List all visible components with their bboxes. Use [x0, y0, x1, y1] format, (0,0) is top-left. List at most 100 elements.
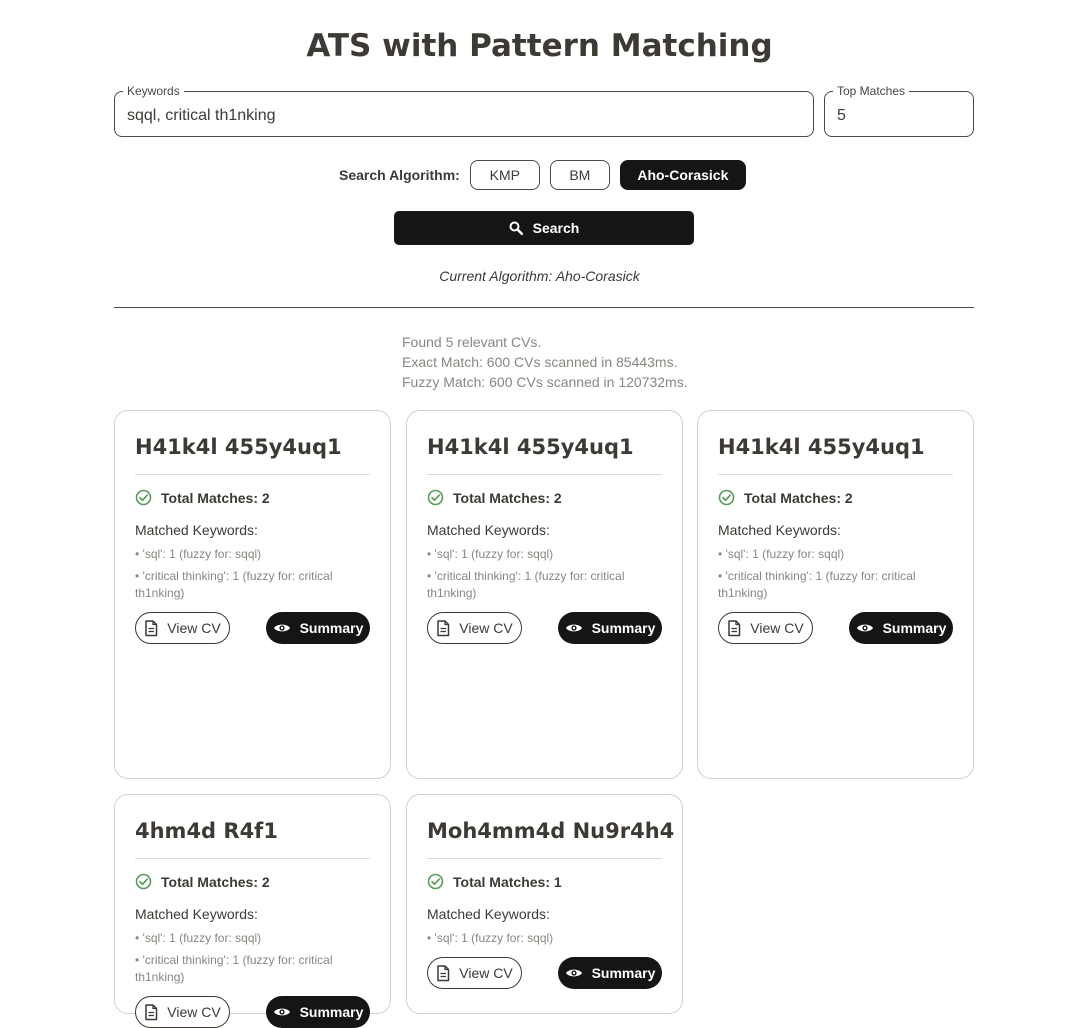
- matched-keywords-list: • 'sql': 1 (fuzzy for: sqql): [427, 930, 662, 952]
- candidate-name: H41k4l 455y4uq1: [427, 435, 634, 459]
- total-matches-text: Total Matches: 1: [453, 873, 562, 890]
- algo-button-kmp[interactable]: KMP: [469, 160, 540, 190]
- card-divider: [135, 474, 370, 475]
- matched-keyword-item: • 'sql': 1 (fuzzy for: sqql): [427, 931, 554, 945]
- document-icon: [728, 619, 741, 636]
- summary-button[interactable]: Summary: [266, 612, 370, 644]
- matched-keyword-item: • 'critical thinking': 1 (fuzzy for: cri…: [135, 569, 333, 600]
- card-actions: View CV Summary: [718, 612, 953, 644]
- candidate-name: H41k4l 455y4uq1: [718, 435, 925, 459]
- view-cv-button[interactable]: View CV: [135, 612, 230, 644]
- matched-keyword-item: • 'critical thinking': 1 (fuzzy for: cri…: [427, 569, 625, 600]
- summary-label: Summary: [299, 1004, 364, 1020]
- fuzzy-match-text: Fuzzy Match: 600 CVs scanned in 120732ms…: [402, 374, 688, 390]
- matched-keyword-item: • 'critical thinking': 1 (fuzzy for: cri…: [135, 953, 333, 984]
- cv-card: Moh4mm4d Nu9r4h4 Total Matches: 1 Matche…: [406, 794, 683, 1014]
- keywords-input[interactable]: sqql, critical th1nking: [127, 107, 276, 125]
- matched-keyword-item: • 'sql': 1 (fuzzy for: sqql): [135, 931, 262, 945]
- algo-button-aho-corasick[interactable]: Aho-Corasick: [619, 160, 746, 190]
- matched-keyword-item: • 'critical thinking': 1 (fuzzy for: cri…: [718, 569, 916, 600]
- view-cv-button[interactable]: View CV: [427, 957, 522, 989]
- candidate-name: Moh4mm4d Nu9r4h4: [427, 819, 675, 843]
- card-actions: View CV Summary: [135, 612, 370, 644]
- card-actions: View CV Summary: [135, 996, 370, 1028]
- view-cv-label: View CV: [750, 620, 804, 636]
- view-cv-label: View CV: [167, 620, 221, 636]
- cv-card: H41k4l 455y4uq1 Total Matches: 2 Matched…: [406, 410, 683, 779]
- matched-keyword-item: • 'sql': 1 (fuzzy for: sqql): [135, 547, 262, 561]
- card-actions: View CV Summary: [427, 957, 662, 989]
- document-icon: [437, 619, 450, 636]
- summary-label: Summary: [591, 965, 656, 981]
- check-circle-icon: [135, 873, 152, 890]
- exact-match-text: Exact Match: 600 CVs scanned in 85443ms.: [402, 354, 678, 370]
- eye-icon: [856, 624, 873, 632]
- matched-keywords-list: • 'sql': 1 (fuzzy for: sqql) • 'critical …: [427, 546, 662, 607]
- eye-icon: [273, 624, 290, 632]
- document-icon: [437, 964, 450, 981]
- top-matches-field-label: Top Matches: [833, 84, 910, 98]
- candidate-name: H41k4l 455y4uq1: [135, 435, 342, 459]
- cv-card: H41k4l 455y4uq1 Total Matches: 2 Matched…: [697, 410, 974, 779]
- page-title: ATS with Pattern Matching: [306, 28, 773, 64]
- matched-keywords-label: Matched Keywords:: [427, 906, 550, 922]
- total-matches: Total Matches: 2: [718, 489, 853, 506]
- summary-label: Summary: [591, 620, 656, 636]
- top-matches-input[interactable]: 5: [837, 107, 846, 125]
- results-found-text: Found 5 relevant CVs.: [402, 334, 542, 350]
- document-icon: [145, 619, 158, 636]
- total-matches: Total Matches: 2: [135, 873, 270, 890]
- current-algorithm-text: Current Algorithm: Aho-Corasick: [439, 268, 640, 284]
- summary-button[interactable]: Summary: [558, 957, 662, 989]
- matched-keywords-label: Matched Keywords:: [135, 906, 258, 922]
- view-cv-button[interactable]: View CV: [427, 612, 522, 644]
- total-matches-text: Total Matches: 2: [161, 873, 270, 890]
- total-matches-text: Total Matches: 2: [161, 489, 270, 506]
- divider: [114, 307, 974, 308]
- matched-keywords-label: Matched Keywords:: [427, 522, 550, 538]
- document-icon: [145, 1003, 158, 1020]
- matched-keyword-item: • 'sql': 1 (fuzzy for: sqql): [427, 547, 554, 561]
- keywords-field[interactable]: Keywords sqql, critical th1nking: [114, 84, 814, 137]
- card-divider: [135, 858, 370, 859]
- card-divider: [427, 858, 662, 859]
- algo-button-bm[interactable]: BM: [549, 160, 610, 190]
- matched-keywords-label: Matched Keywords:: [135, 522, 258, 538]
- view-cv-label: View CV: [459, 620, 513, 636]
- card-actions: View CV Summary: [427, 612, 662, 644]
- candidate-name: 4hm4d R4f1: [135, 819, 278, 843]
- summary-label: Summary: [882, 620, 947, 636]
- search-button[interactable]: Search: [394, 211, 694, 245]
- matched-keywords-label: Matched Keywords:: [718, 522, 841, 538]
- eye-icon: [565, 969, 582, 977]
- algorithm-selector: Search Algorithm: KMP BM Aho-Corasick: [339, 159, 756, 191]
- summary-button[interactable]: Summary: [558, 612, 662, 644]
- results-stats: Found 5 relevant CVs. Exact Match: 600 C…: [402, 332, 688, 392]
- matched-keywords-list: • 'sql': 1 (fuzzy for: sqql) • 'critical …: [135, 546, 370, 607]
- check-circle-icon: [427, 489, 444, 506]
- summary-button[interactable]: Summary: [266, 996, 370, 1028]
- view-cv-label: View CV: [167, 1004, 221, 1020]
- top-matches-field[interactable]: Top Matches 5: [824, 84, 974, 137]
- search-button-label: Search: [532, 220, 580, 236]
- view-cv-button[interactable]: View CV: [135, 996, 230, 1028]
- total-matches: Total Matches: 2: [427, 489, 562, 506]
- check-circle-icon: [718, 489, 735, 506]
- total-matches-text: Total Matches: 2: [744, 489, 853, 506]
- summary-button[interactable]: Summary: [849, 612, 953, 644]
- view-cv-button[interactable]: View CV: [718, 612, 813, 644]
- card-divider: [427, 474, 662, 475]
- eye-icon: [565, 624, 582, 632]
- total-matches-text: Total Matches: 2: [453, 489, 562, 506]
- matched-keywords-list: • 'sql': 1 (fuzzy for: sqql) • 'critical …: [135, 930, 370, 991]
- matched-keywords-list: • 'sql': 1 (fuzzy for: sqql) • 'critical …: [718, 546, 953, 607]
- total-matches: Total Matches: 2: [135, 489, 270, 506]
- check-circle-icon: [427, 873, 444, 890]
- check-circle-icon: [135, 489, 152, 506]
- search-icon: [509, 221, 523, 235]
- algorithm-label: Search Algorithm:: [339, 167, 460, 183]
- view-cv-label: View CV: [459, 965, 513, 981]
- card-divider: [718, 474, 953, 475]
- eye-icon: [273, 1008, 290, 1016]
- matched-keyword-item: • 'sql': 1 (fuzzy for: sqql): [718, 547, 845, 561]
